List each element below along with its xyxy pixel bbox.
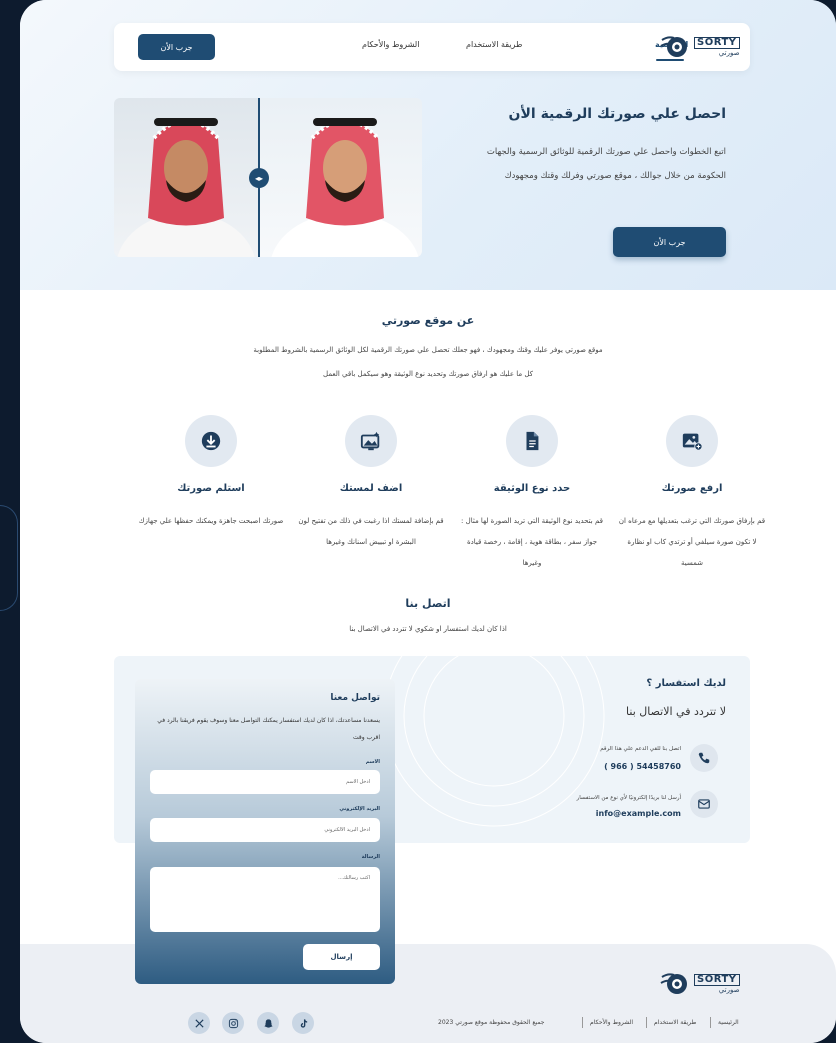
header-logo[interactable]: SORTY صورتي — [660, 34, 740, 60]
about-title: عن موقع صورتي — [381, 314, 475, 327]
footer-separator — [582, 1017, 583, 1028]
email-field-label: البريد الإلكتروني — [339, 806, 380, 812]
step-title: استلم صورتك — [177, 483, 245, 494]
message-label: الرسالة — [361, 854, 380, 860]
step-title: ارفع صورتك — [661, 483, 723, 494]
snapchat-icon[interactable] — [257, 1012, 279, 1034]
footer-copyright: جميع الحقوق محفوظة موقع صورتي 2023 — [438, 1019, 545, 1026]
before-image — [114, 98, 259, 257]
side-decoration — [0, 505, 18, 611]
email-label: أرسل لنا بريدًا إلكترونيًا لأي نوع من ال… — [576, 795, 681, 801]
image-upload-icon — [666, 415, 718, 467]
hero-try-now-button[interactable]: جرب الأن — [613, 227, 726, 257]
step-title: اضف لمستك — [339, 483, 403, 494]
instagram-icon[interactable] — [222, 1012, 244, 1034]
email-address[interactable]: info@example.com — [596, 809, 681, 818]
step-upload-photo: ارفع صورتك قم بإرفاق صورتك التي ترغب بتع… — [617, 415, 767, 575]
contact-info-subtitle: لا تتردد في الاتصال بنا — [626, 705, 726, 718]
logo-icon — [660, 971, 690, 997]
name-label: الاسم — [365, 759, 380, 765]
footer-link-terms[interactable]: الشروط والأحكام — [590, 1019, 633, 1026]
nav-link-terms[interactable]: الشروط والأحكام — [362, 40, 419, 49]
mail-icon — [690, 790, 718, 818]
top-navbar: جرب الأن الشروط والأحكام طريقة الاستخدام… — [114, 23, 750, 71]
hero-title: احصل علي صورتك الرقمية الأن — [508, 106, 726, 122]
logo-text-ar: صورتي — [718, 986, 740, 994]
footer-link-how-to-use[interactable]: طريقة الاستخدام — [654, 1019, 696, 1026]
download-icon — [185, 415, 237, 467]
before-after-image-comparison[interactable]: ◂▸ — [114, 98, 422, 257]
x-icon[interactable] — [188, 1012, 210, 1034]
about-line-2: كل ما عليك هو ارفاق صورتك وتحديد نوع الو… — [323, 370, 533, 378]
nav-try-now-button[interactable]: جرب الأن — [138, 34, 215, 60]
about-line-1: موقع صورتي يوفر عليك وقتك ومجهودك ، فهو … — [253, 346, 603, 354]
step-description: قم بإضافة لمستك اذا رغبت في ذلك من تفتيح… — [298, 517, 444, 546]
form-title: تواصل معنا — [330, 693, 380, 703]
nav-link-how-to-use[interactable]: طريقة الاستخدام — [466, 40, 522, 49]
retouch-icon — [345, 415, 397, 467]
logo-text-ar: صورتي — [718, 49, 740, 57]
step-receive-photo: استلم صورتك صورتك اصبحت جاهزة ويمكنك حفظ… — [136, 415, 286, 575]
logo-icon — [660, 34, 690, 60]
name-input[interactable]: ادخل الاسم — [150, 770, 380, 794]
contact-form: تواصل معنا يسعدنا مساعدتك، اذا كان لديك … — [135, 679, 395, 984]
contact-title: اتصل بنا — [405, 597, 451, 610]
comparison-slider-handle-icon[interactable]: ◂▸ — [249, 168, 269, 188]
submit-button[interactable]: إرسال — [303, 944, 380, 970]
phone-label: اتصل بنا للقي الدعم علي هذا الرقم — [600, 746, 681, 752]
logo-text-en: SORTY — [694, 37, 740, 49]
phone-icon — [690, 744, 718, 772]
email-input[interactable]: ادخل البريد الالكتروني — [150, 818, 380, 842]
contact-description: اذا كان لديك استفسار او شكوي لا تتردد في… — [349, 625, 507, 633]
step-add-touch: اضف لمستك قم بإضافة لمستك اذا رغبت في ذل… — [296, 415, 446, 575]
step-choose-document: حدد نوع الوثيقة قم بتحديد نوع الوثيقة ال… — [457, 415, 607, 575]
step-description: صورتك اصبحت جاهزة ويمكنك حفظها علي جهازك — [138, 517, 284, 525]
message-textarea[interactable]: اكتب رسالتك... — [150, 867, 380, 932]
page-frame: جرب الأن الشروط والأحكام طريقة الاستخدام… — [20, 0, 836, 1043]
document-icon — [506, 415, 558, 467]
logo-text-en: SORTY — [694, 974, 740, 986]
step-title: حدد نوع الوثيقة — [493, 483, 571, 494]
contact-info-title: لديك استفسار ؟ — [646, 678, 726, 689]
hero-description: اتبع الخطوات واحصل علي صورتك الرقمية للو… — [486, 147, 726, 181]
footer-logo[interactable]: SORTY صورتي — [660, 971, 740, 997]
after-image — [260, 98, 422, 257]
step-description: قم بإرفاق صورتك التي ترغب بتعديلها مع مر… — [618, 517, 766, 567]
phone-number[interactable]: ( 966 ) 54458760 — [604, 762, 681, 771]
footer-separator — [646, 1017, 647, 1028]
step-description: قم بتحديد نوع الوثيقة التي تريد الصورة ل… — [461, 517, 603, 567]
tiktok-icon[interactable] — [292, 1012, 314, 1034]
footer-link-home[interactable]: الرئيسية — [718, 1019, 739, 1026]
form-description: يسعدنا مساعدتك، اذا كان لديك استفسار يمك… — [157, 717, 380, 741]
footer-separator — [710, 1017, 711, 1028]
